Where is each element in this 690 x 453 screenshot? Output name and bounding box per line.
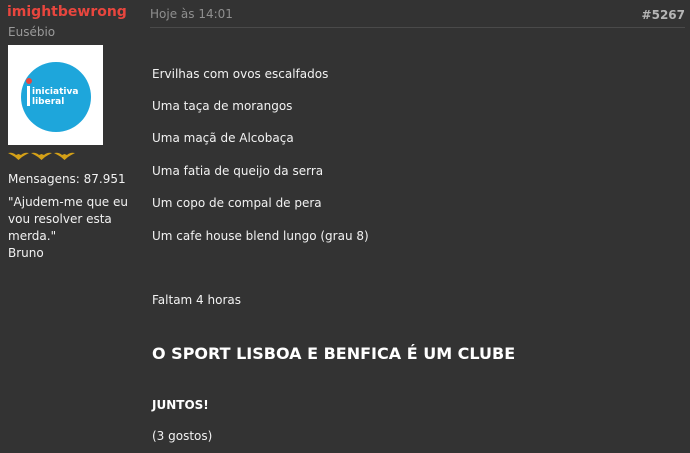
message-count: Mensagens: 87.951 [8, 172, 126, 186]
avatar[interactable]: iniciativa liberal [8, 45, 103, 145]
rank-icons [8, 151, 75, 161]
avatar-logo-word-1: iniciativa [32, 87, 79, 97]
signature-author: Bruno [8, 246, 44, 260]
logo-bar [27, 86, 30, 106]
post-header: Hoje às 14:01 #5267 [150, 0, 685, 28]
post-line: Ervilhas com ovos escalfados [152, 67, 329, 81]
eagle-icon [8, 151, 29, 161]
likes-count[interactable]: (3 gostos) [152, 429, 212, 443]
countdown-text: Faltam 4 horas [152, 293, 241, 307]
post-line: Uma fatia de queijo da serra [152, 164, 324, 178]
eagle-icon [31, 151, 52, 161]
forum-post: imightbewrong Eusébio iniciativa liberal [0, 0, 690, 453]
signature-quote: "Ajudem-me que eu vou resolver esta merd… [8, 195, 128, 243]
post-line: Um cafe house blend lungo (grau 8) [152, 229, 369, 243]
post-permalink[interactable]: #5267 [642, 8, 685, 22]
avatar-logo-text: iniciativa liberal [32, 87, 78, 107]
post-bold-line: JUNTOS! [152, 398, 209, 412]
user-signature: "Ajudem-me que eu vou resolver esta merd… [8, 194, 143, 262]
eagle-icon [54, 151, 75, 161]
logo-dot [26, 78, 32, 84]
post-line: Uma maçã de Alcobaça [152, 131, 294, 145]
user-title: Eusébio [8, 25, 56, 39]
avatar-logo-word-2: liberal [32, 97, 65, 107]
post-line: Um copo de compal de pera [152, 196, 322, 210]
post-line: Uma taça de morangos [152, 99, 293, 113]
post-date: Hoje às 14:01 [150, 7, 233, 21]
avatar-logo-circle: iniciativa liberal [21, 62, 91, 132]
user-info-panel: imightbewrong Eusébio iniciativa liberal [0, 0, 140, 453]
post-headline: O SPORT LISBOA E BENFICA É UM CLUBE [152, 344, 516, 363]
username-link[interactable]: imightbewrong [7, 4, 127, 20]
